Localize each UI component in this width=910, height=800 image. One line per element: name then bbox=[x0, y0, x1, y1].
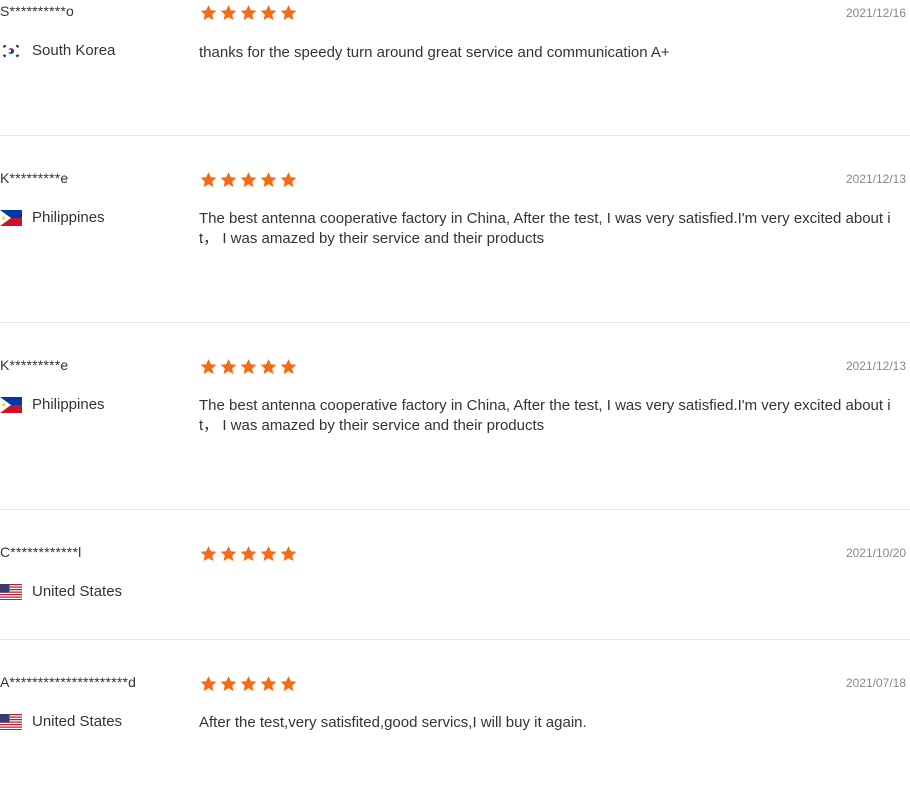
star-icon bbox=[199, 4, 218, 22]
star-icon bbox=[259, 675, 278, 693]
star-rating bbox=[199, 171, 298, 189]
review-text: The best antenna cooperative factory in … bbox=[199, 397, 891, 434]
review-item: S**********o South Korea 2021/12/16 than… bbox=[0, 0, 910, 136]
star-icon bbox=[219, 545, 238, 563]
star-icon bbox=[279, 358, 298, 376]
star-icon bbox=[239, 545, 258, 563]
star-icon bbox=[219, 675, 238, 693]
review-text: After the test,very satisfited,good serv… bbox=[199, 714, 587, 731]
star-icon bbox=[279, 545, 298, 563]
review-date: 2021/12/16 bbox=[845, 6, 906, 20]
country-label: South Korea bbox=[32, 42, 116, 59]
country-label: Philippines bbox=[32, 396, 105, 413]
star-icon bbox=[259, 545, 278, 563]
star-icon bbox=[199, 675, 218, 693]
review-item: K*********e Philippines 2021/12/13 The b… bbox=[0, 323, 910, 510]
reviewer-name: C************l bbox=[0, 544, 82, 560]
united-states-flag-icon bbox=[0, 713, 22, 730]
south-korea-flag-icon bbox=[0, 42, 22, 59]
star-rating bbox=[199, 675, 298, 693]
review-date: 2021/12/13 bbox=[845, 359, 906, 373]
star-icon bbox=[199, 545, 218, 563]
star-icon bbox=[239, 358, 258, 376]
review-date: 2021/07/18 bbox=[845, 676, 906, 690]
review-item: K*********e Philippines 2021/12/13 The b… bbox=[0, 136, 910, 323]
star-icon bbox=[219, 171, 238, 189]
philippines-flag-icon bbox=[0, 396, 22, 413]
country-label: Philippines bbox=[32, 209, 105, 226]
reviewer-country: South Korea bbox=[0, 42, 115, 59]
country-label: United States bbox=[32, 713, 123, 730]
star-icon bbox=[199, 171, 218, 189]
star-icon bbox=[199, 358, 218, 376]
review-list: S**********o South Korea 2021/12/16 than… bbox=[0, 0, 910, 800]
star-icon bbox=[239, 171, 258, 189]
review-item: A*********************d United States 20… bbox=[0, 640, 910, 800]
star-icon bbox=[239, 675, 258, 693]
reviewer-country: Philippines bbox=[0, 209, 105, 226]
review-text: The best antenna cooperative factory in … bbox=[199, 210, 891, 247]
review-date: 2021/10/20 bbox=[845, 546, 906, 560]
star-icon bbox=[259, 358, 278, 376]
star-rating bbox=[199, 358, 298, 376]
star-rating bbox=[199, 545, 298, 563]
star-icon bbox=[259, 171, 278, 189]
reviewer-country: United States bbox=[0, 583, 122, 600]
star-icon bbox=[259, 4, 278, 22]
star-icon bbox=[279, 4, 298, 22]
review-date: 2021/12/13 bbox=[845, 172, 906, 186]
reviewer-name: A*********************d bbox=[0, 674, 137, 690]
review-item: C************l United States 2021/10/20 bbox=[0, 510, 910, 640]
united-states-flag-icon bbox=[0, 583, 22, 600]
star-icon bbox=[279, 675, 298, 693]
star-icon bbox=[219, 4, 238, 22]
star-icon bbox=[239, 4, 258, 22]
star-icon bbox=[279, 171, 298, 189]
reviewer-name: K*********e bbox=[0, 357, 69, 373]
reviewer-name: K*********e bbox=[0, 170, 69, 186]
reviewer-country: United States bbox=[0, 713, 122, 730]
reviewer-country: Philippines bbox=[0, 396, 105, 413]
philippines-flag-icon bbox=[0, 209, 22, 226]
star-rating bbox=[199, 4, 298, 22]
review-text: thanks for the speedy turn around great … bbox=[199, 44, 670, 61]
star-icon bbox=[219, 358, 238, 376]
reviewer-name: S**********o bbox=[0, 3, 75, 19]
country-label: United States bbox=[32, 583, 123, 600]
